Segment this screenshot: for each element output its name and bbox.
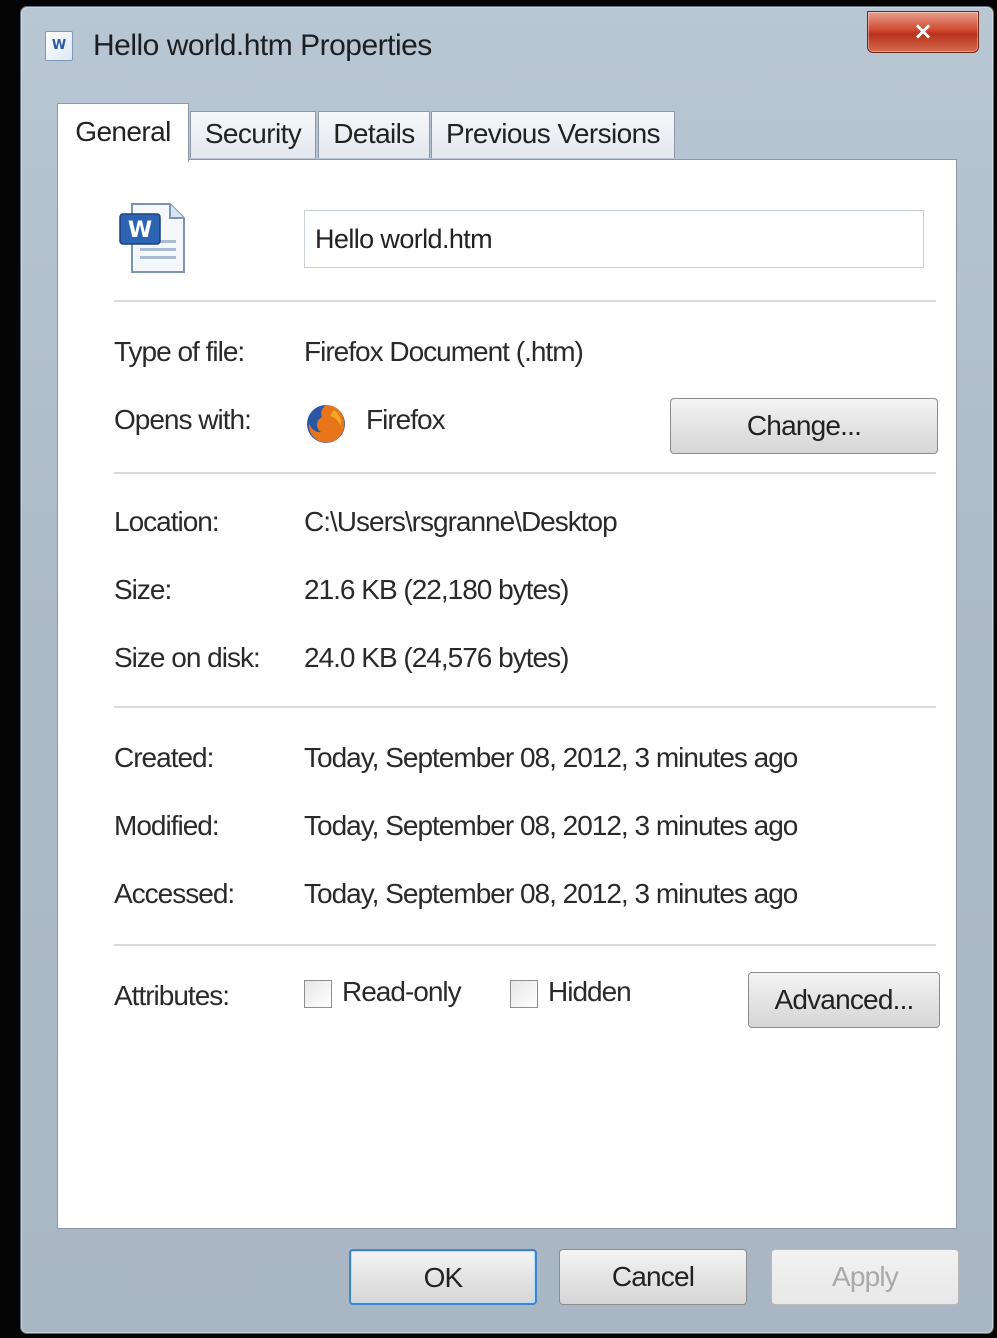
tab-strip: General Security Details Previous Versio… [57, 103, 697, 162]
advanced-button[interactable]: Advanced... [748, 972, 940, 1028]
general-tab-panel: W Type of file: Firefox Document (.htm) … [57, 159, 957, 1229]
tab-details[interactable]: Details [318, 111, 430, 158]
apply-button[interactable]: Apply [771, 1249, 959, 1305]
readonly-checkbox[interactable]: Read-only [304, 976, 474, 1014]
accessed-label: Accessed: [114, 878, 235, 909]
title-bar[interactable]: W Hello world.htm Properties × [21, 7, 993, 83]
type-of-file-value: Firefox Document (.htm) [304, 336, 584, 367]
modified-label: Modified: [114, 810, 220, 841]
hidden-label: Hidden [548, 976, 632, 1007]
created-value: Today, September 08, 2012, 3 minutes ago [304, 742, 798, 773]
hidden-checkbox[interactable]: Hidden [510, 976, 650, 1014]
attributes-label: Attributes: [114, 980, 230, 1011]
close-button[interactable]: × [867, 11, 979, 53]
file-name-input[interactable] [304, 210, 924, 268]
modified-value: Today, September 08, 2012, 3 minutes ago [304, 810, 798, 841]
svg-text:W: W [128, 218, 152, 243]
opens-with-value: Firefox [366, 404, 446, 435]
location-value: C:\Users\rsgranne\Desktop [304, 506, 618, 537]
separator [114, 300, 936, 302]
word-document-icon: W [119, 203, 185, 273]
type-of-file-label: Type of file: [114, 336, 245, 367]
tab-general[interactable]: General [57, 103, 189, 162]
created-label: Created: [114, 742, 214, 773]
document-icon: W [45, 31, 73, 61]
ok-button[interactable]: OK [349, 1249, 537, 1305]
readonly-label: Read-only [342, 976, 462, 1007]
separator [114, 944, 936, 946]
size-on-disk-value: 24.0 KB (24,576 bytes) [304, 642, 569, 673]
size-value: 21.6 KB (22,180 bytes) [304, 574, 569, 605]
tab-previous-versions[interactable]: Previous Versions [431, 111, 675, 158]
cancel-button[interactable]: Cancel [559, 1249, 747, 1305]
location-label: Location: [114, 506, 220, 537]
separator [114, 472, 936, 474]
size-label: Size: [114, 574, 172, 605]
separator [114, 706, 936, 708]
change-button[interactable]: Change... [670, 398, 938, 454]
hidden-checkbox-box[interactable] [510, 980, 538, 1008]
accessed-value: Today, September 08, 2012, 3 minutes ago [304, 878, 798, 909]
opens-with-label: Opens with: [114, 404, 252, 435]
tab-security[interactable]: Security [190, 111, 316, 158]
size-on-disk-label: Size on disk: [114, 642, 261, 673]
window-title: Hello world.htm Properties [93, 29, 432, 62]
properties-dialog: W Hello world.htm Properties × General S… [20, 6, 994, 1334]
readonly-checkbox-box[interactable] [304, 980, 332, 1008]
firefox-icon [307, 405, 345, 443]
